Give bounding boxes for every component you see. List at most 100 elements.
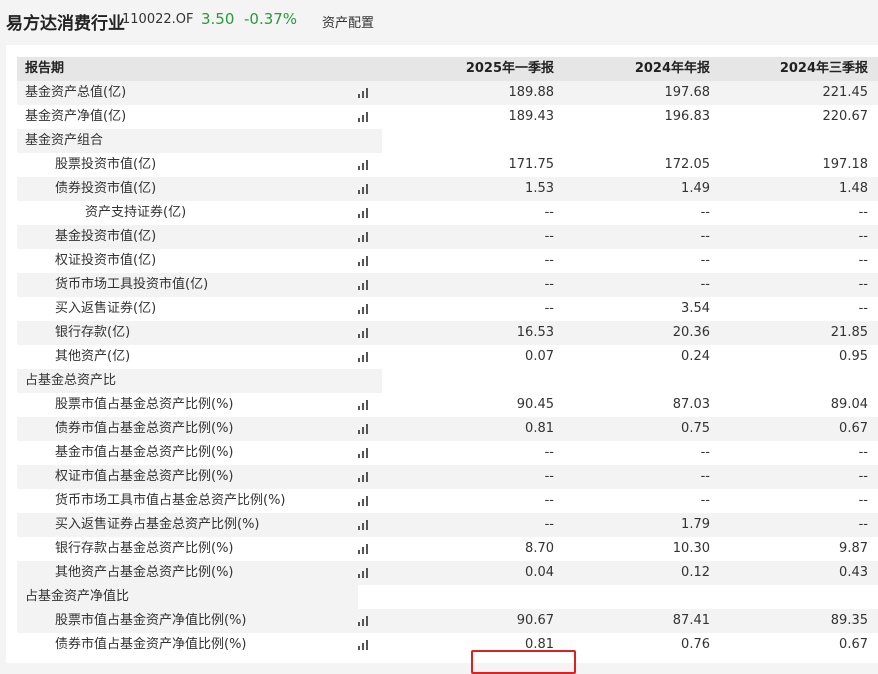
- bar-chart-icon[interactable]: [358, 159, 370, 170]
- table-row: 债券市值占基金资产净值比例(%) 0.81 0.76 0.67: [17, 633, 878, 657]
- value-cell: --: [558, 249, 720, 273]
- tab-asset-allocation[interactable]: 资产配置: [322, 12, 374, 31]
- value-cell: 90.45: [382, 393, 558, 417]
- section-empty-cell: [382, 585, 878, 609]
- table-row: 基金市值占基金总资产比例(%) -- -- --: [17, 441, 878, 465]
- chart-icon-cell[interactable]: [358, 609, 382, 633]
- chart-icon-cell[interactable]: [358, 273, 382, 297]
- chart-icon-cell[interactable]: [358, 489, 382, 513]
- row-label: 股票市值占基金总资产比例(%): [17, 393, 358, 417]
- value-cell: 89.35: [720, 609, 878, 633]
- value-cell: 90.67: [382, 609, 558, 633]
- table-row: 货币市场工具市值占基金总资产比例(%) -- -- --: [17, 489, 878, 513]
- table-row: 基金资产总值(亿) 189.88 197.68 221.45: [17, 81, 878, 105]
- bar-chart-icon[interactable]: [358, 231, 370, 242]
- chart-icon-cell[interactable]: [358, 513, 382, 537]
- chart-icon-cell: [358, 129, 382, 153]
- bar-chart-icon[interactable]: [358, 279, 370, 290]
- value-cell: --: [720, 201, 878, 225]
- section-label: 占基金资产净值比: [17, 585, 358, 609]
- value-cell: 3.54: [558, 297, 720, 321]
- chart-icon-cell[interactable]: [358, 345, 382, 369]
- value-cell: 196.83: [558, 105, 720, 129]
- value-cell: 220.67: [720, 105, 878, 129]
- chart-icon-cell[interactable]: [358, 153, 382, 177]
- bar-chart-icon[interactable]: [358, 639, 370, 650]
- bar-chart-icon[interactable]: [358, 111, 370, 122]
- chart-icon-cell[interactable]: [358, 105, 382, 129]
- table-row: 债券市值占基金总资产比例(%) 0.81 0.75 0.67: [17, 417, 878, 441]
- bar-chart-icon[interactable]: [358, 255, 370, 266]
- row-label: 基金市值占基金总资产比例(%): [17, 441, 358, 465]
- fund-name: 易方达消费行业: [6, 14, 125, 34]
- bar-chart-icon[interactable]: [358, 351, 370, 362]
- chart-icon-cell[interactable]: [358, 201, 382, 225]
- value-cell: 0.67: [720, 417, 878, 441]
- chart-icon-cell[interactable]: [358, 465, 382, 489]
- value-cell: 87.41: [558, 609, 720, 633]
- value-cell: --: [382, 201, 558, 225]
- value-cell: --: [720, 489, 878, 513]
- value-cell: --: [720, 249, 878, 273]
- section-row: 占基金总资产比: [17, 369, 878, 393]
- bar-chart-icon[interactable]: [358, 519, 370, 530]
- bar-chart-icon[interactable]: [358, 543, 370, 554]
- value-cell: 87.03: [558, 393, 720, 417]
- bar-chart-icon[interactable]: [358, 303, 370, 314]
- table-row: 权证投资市值(亿) -- -- --: [17, 249, 878, 273]
- bar-chart-icon[interactable]: [358, 471, 370, 482]
- value-cell: --: [558, 465, 720, 489]
- bar-chart-icon[interactable]: [358, 615, 370, 626]
- table-row: 货币市场工具投资市值(亿) -- -- --: [17, 273, 878, 297]
- fund-change: -0.37%: [244, 10, 298, 28]
- value-cell: 0.81: [382, 633, 558, 657]
- chart-icon-cell[interactable]: [358, 633, 382, 657]
- table-header-row: 报告期 2025年一季报 2024年年报 2024年三季报: [17, 57, 878, 81]
- chart-icon-cell[interactable]: [358, 561, 382, 585]
- value-cell: 197.18: [720, 153, 878, 177]
- bar-chart-icon[interactable]: [358, 495, 370, 506]
- value-cell: 0.76: [558, 633, 720, 657]
- row-label: 买入返售证券占基金总资产比例(%): [17, 513, 358, 537]
- chart-icon-cell[interactable]: [358, 537, 382, 561]
- chart-icon-cell[interactable]: [358, 441, 382, 465]
- value-cell: --: [720, 513, 878, 537]
- fund-price: 3.50: [201, 10, 235, 28]
- value-cell: --: [720, 441, 878, 465]
- chart-icon-cell[interactable]: [358, 225, 382, 249]
- chart-icon-cell[interactable]: [358, 321, 382, 345]
- value-cell: --: [558, 441, 720, 465]
- table-row: 基金资产净值(亿) 189.43 196.83 220.67: [17, 105, 878, 129]
- section-empty-cell: [382, 129, 878, 153]
- bar-chart-icon[interactable]: [358, 87, 370, 98]
- row-label: 债券市值占基金资产净值比例(%): [17, 633, 358, 657]
- chart-icon-cell[interactable]: [358, 177, 382, 201]
- bar-chart-icon[interactable]: [358, 447, 370, 458]
- bar-chart-icon[interactable]: [358, 567, 370, 578]
- bar-chart-icon[interactable]: [358, 183, 370, 194]
- column-header-2025q1[interactable]: 2025年一季报: [382, 57, 558, 81]
- chart-icon-cell[interactable]: [358, 393, 382, 417]
- value-cell: 189.88: [382, 81, 558, 105]
- bar-chart-icon[interactable]: [358, 327, 370, 338]
- chart-icon-cell[interactable]: [358, 417, 382, 441]
- row-label: 其他资产(亿): [17, 345, 358, 369]
- column-header-2024-annual[interactable]: 2024年年报: [558, 57, 720, 81]
- chart-icon-cell[interactable]: [358, 297, 382, 321]
- value-cell: --: [720, 465, 878, 489]
- value-cell: --: [558, 201, 720, 225]
- bar-chart-icon[interactable]: [358, 207, 370, 218]
- column-header-2024q3[interactable]: 2024年三季报: [720, 57, 878, 81]
- chart-icon-cell[interactable]: [358, 81, 382, 105]
- row-label: 基金资产净值(亿): [17, 105, 358, 129]
- bar-chart-icon[interactable]: [358, 423, 370, 434]
- chart-icon-cell[interactable]: [358, 249, 382, 273]
- section-label: 基金资产组合: [17, 129, 358, 153]
- bar-chart-icon[interactable]: [358, 399, 370, 410]
- value-cell: 9.87: [720, 537, 878, 561]
- value-cell: 0.75: [558, 417, 720, 441]
- table-row: 买入返售证券(亿) -- 3.54 --: [17, 297, 878, 321]
- value-cell: 10.30: [558, 537, 720, 561]
- chart-icon-cell: [358, 585, 382, 609]
- value-cell: 189.43: [382, 105, 558, 129]
